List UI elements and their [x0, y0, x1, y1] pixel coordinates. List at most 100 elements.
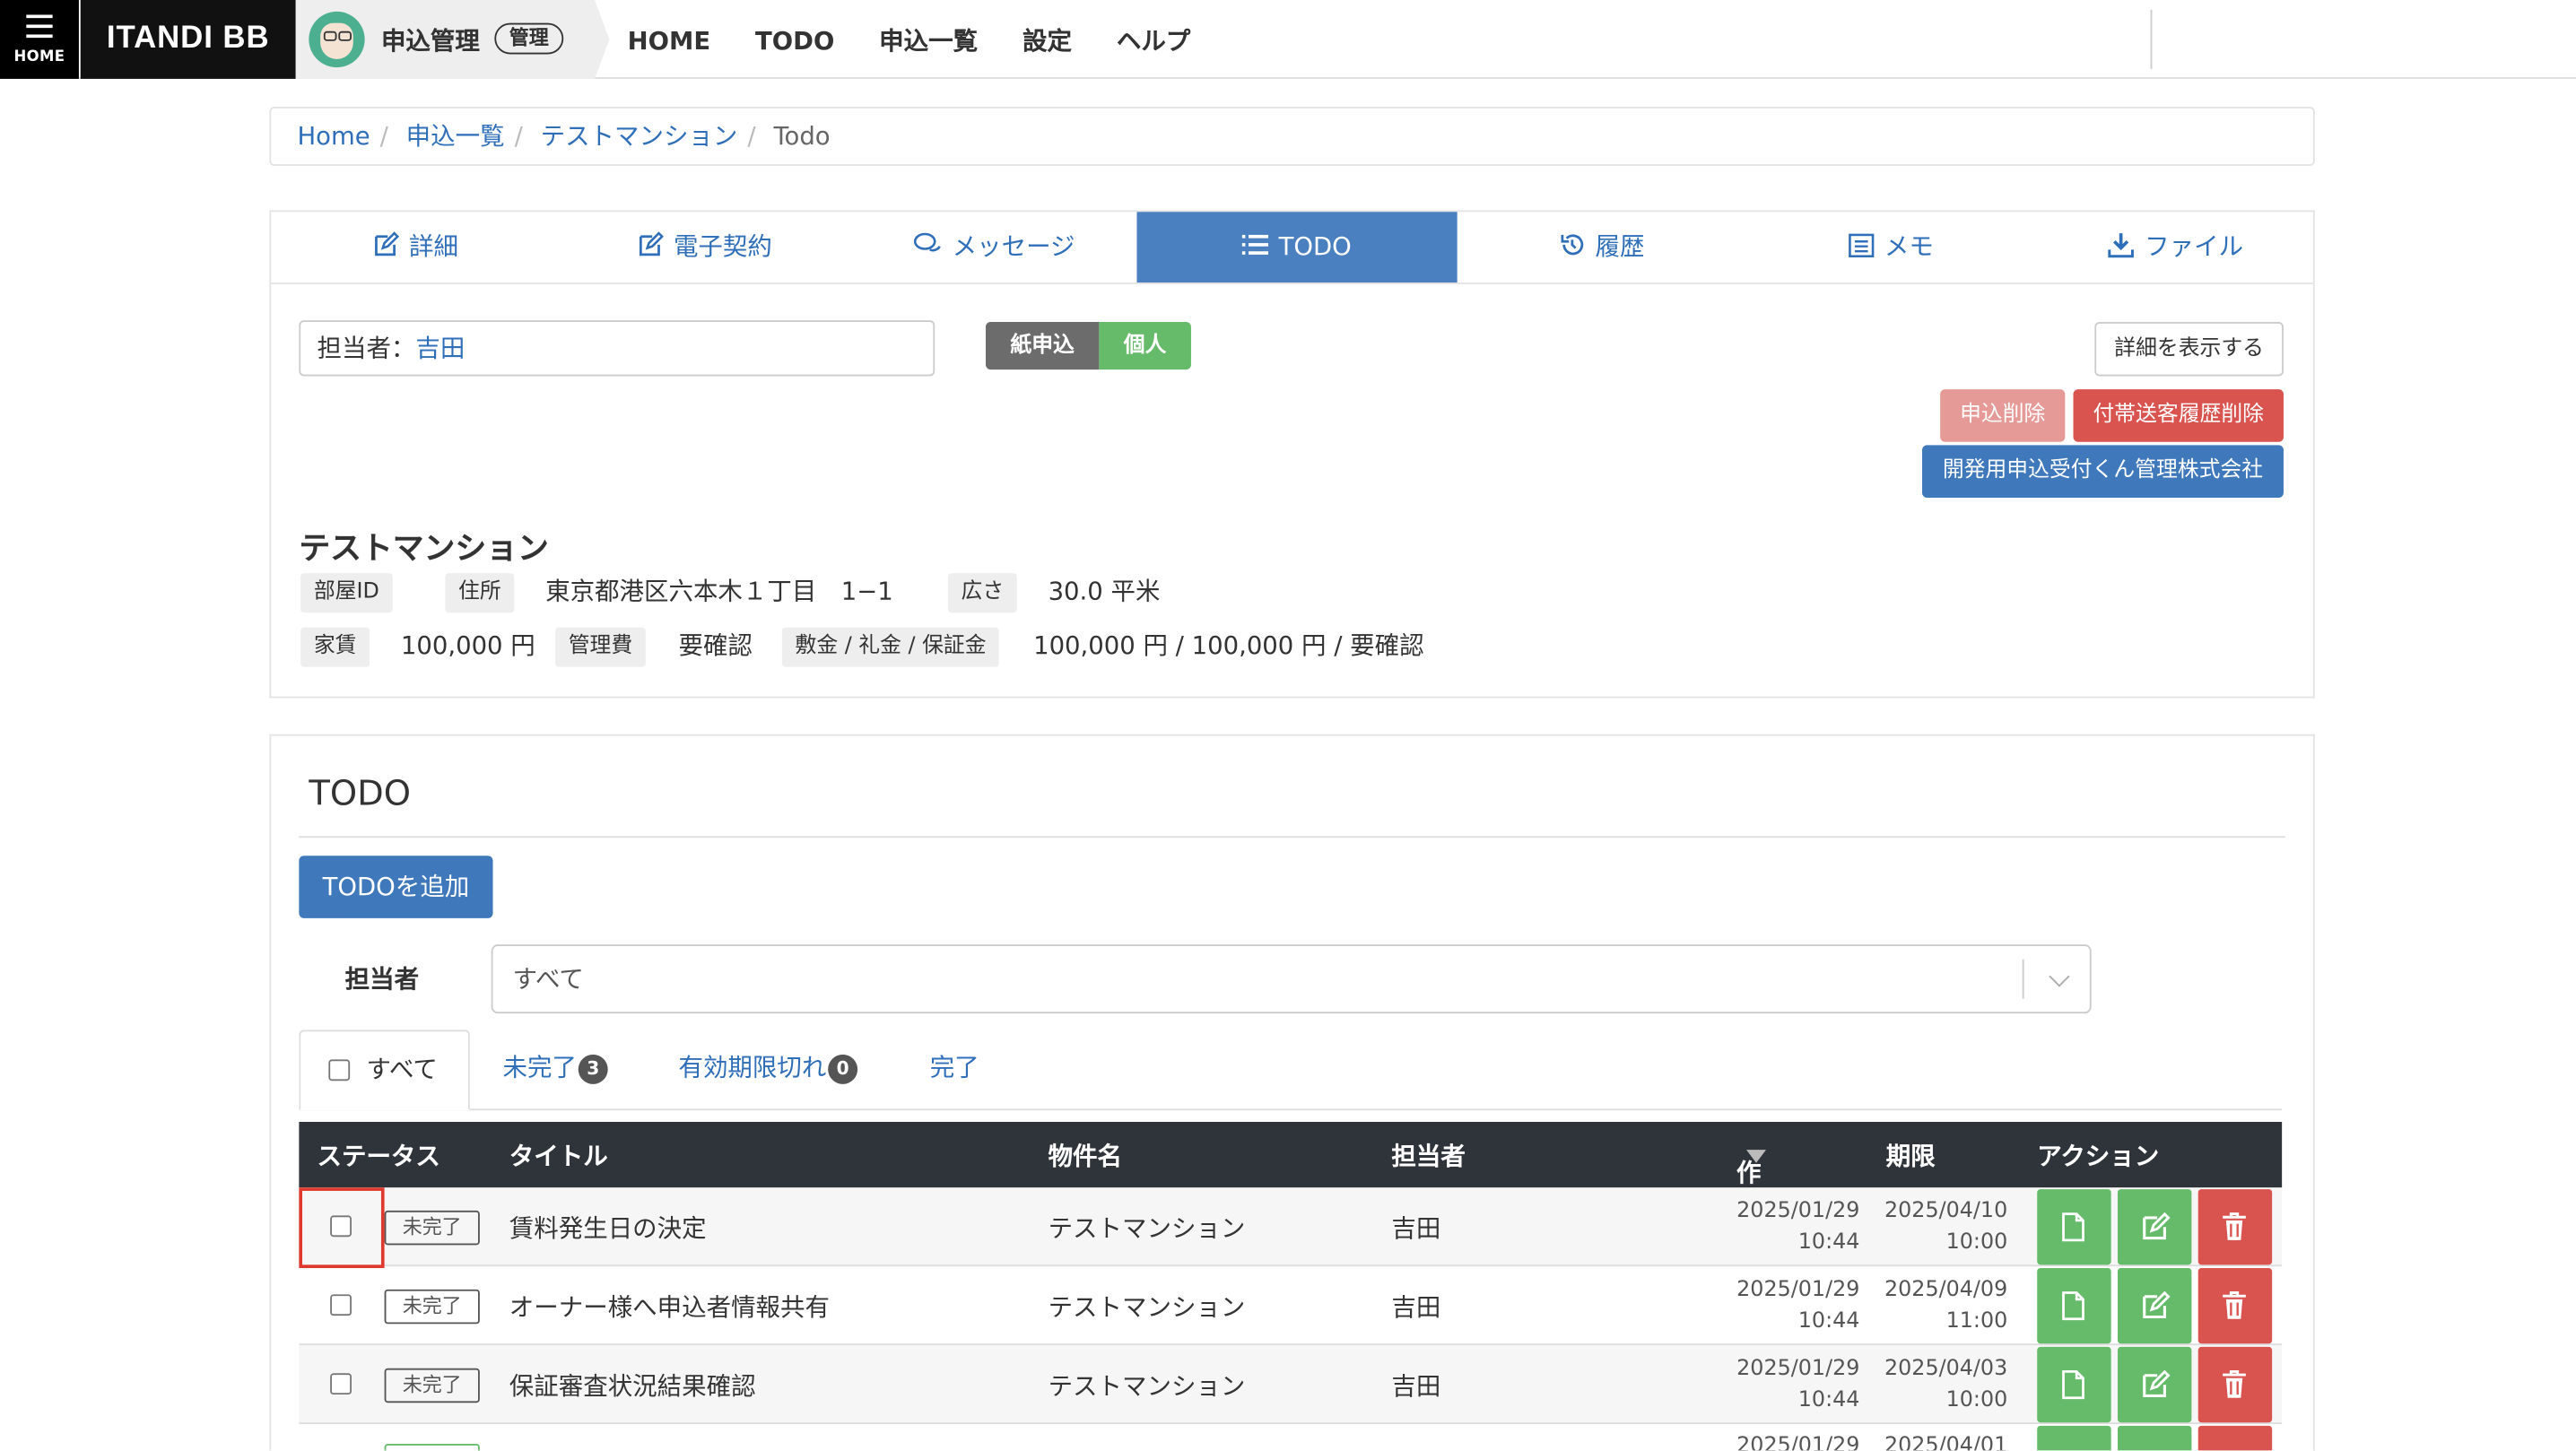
applicant-type-badge: 個人 — [1099, 321, 1191, 370]
property-cell: テストマンション — [1048, 1292, 1246, 1323]
memo-icon — [1849, 233, 1875, 258]
tab-history[interactable]: 履歴 — [1458, 212, 1746, 282]
view-button[interactable] — [2037, 1189, 2111, 1265]
assignee-cell: 吉田 — [1391, 1371, 1441, 1402]
todo-title-cell[interactable]: オーナー様へ申込者情報共有 — [509, 1290, 830, 1324]
delete-button[interactable] — [2197, 1189, 2273, 1265]
breadcrumb-home[interactable]: Home — [298, 122, 370, 152]
deposit-label: 敷金 / 礼金 / 保証金 — [781, 627, 1000, 667]
created-cell: 2025/01/29 10:44 — [1736, 1356, 1860, 1413]
trash-icon — [2223, 1212, 2246, 1240]
breadcrumb-applications[interactable]: 申込一覧 — [406, 122, 505, 152]
tab-files[interactable]: ファイル — [2035, 212, 2316, 282]
breadcrumb: Home / 申込一覧 / テストマンション / Todo — [269, 107, 2315, 166]
filter-tab-all[interactable]: すべて — [299, 1030, 470, 1111]
assignee-filter-select[interactable]: すべて — [491, 944, 2092, 1014]
area-label: 広さ — [947, 573, 1017, 613]
list-icon — [1242, 234, 1269, 255]
todo-title-cell[interactable]: 保証審査状況結果確認 — [509, 1368, 756, 1403]
view-button[interactable] — [2037, 1346, 2111, 1423]
area-value: 30.0 平米 — [1048, 576, 1161, 606]
edit-button[interactable] — [2117, 1425, 2192, 1451]
rent-label: 家賃 — [300, 627, 370, 667]
todo-title-cell[interactable]: 賃料発生日の決定 — [509, 1211, 707, 1245]
todo-section: TODO TODOを追加 担当者 すべて すべて 未完了 3 有効期限切れ 0 完了… — [269, 734, 2315, 1451]
filter-tab-done[interactable]: 完了 — [930, 1030, 979, 1110]
delete-button[interactable] — [2197, 1268, 2273, 1344]
due-cell: 2025/04/03 10:00 — [1884, 1356, 2008, 1413]
row-checkbox[interactable] — [330, 1373, 352, 1395]
app-switcher[interactable]: 申込管理 管理 — [295, 0, 610, 79]
breadcrumb-property[interactable]: テストマンション — [541, 122, 738, 152]
select-all-checkbox[interactable] — [328, 1059, 351, 1082]
col-assignee: 担当者 — [1391, 1141, 1466, 1171]
due-cell: 2025/04/01 — [1884, 1434, 2008, 1451]
assignee-link[interactable]: 吉田 — [415, 334, 465, 363]
main-nav: HOME TODO 申込一覧 設定 ヘルプ — [628, 23, 1227, 57]
edit-icon — [639, 231, 664, 256]
company-button[interactable]: 開発用申込受付くん管理株式会社 — [1922, 445, 2284, 498]
chat-icon — [913, 232, 941, 252]
due-cell: 2025/04/09 11:00 — [1884, 1278, 2008, 1334]
delete-button[interactable] — [2197, 1346, 2273, 1423]
filter-tab-incomplete[interactable]: 未完了 3 — [502, 1030, 608, 1110]
edit-icon — [2143, 1369, 2171, 1397]
table-header: ステータス タイトル 物件名 担当者 作成日 期限 アクション — [299, 1122, 2283, 1256]
view-button[interactable] — [2037, 1425, 2111, 1451]
todo-title: TODO — [309, 773, 412, 813]
row-checkbox[interactable] — [330, 1294, 352, 1316]
edit-button[interactable] — [2117, 1346, 2192, 1423]
nav-todo[interactable]: TODO — [755, 26, 834, 56]
application-type-badge: 紙申込 — [985, 321, 1100, 370]
delete-history-button[interactable]: 付帯送客履歴削除 — [2073, 389, 2284, 442]
nav-help[interactable]: ヘルプ — [1117, 26, 1190, 56]
highlight-box — [299, 1187, 385, 1269]
tab-message[interactable]: メッセージ — [849, 212, 1138, 282]
chevron-down-icon — [2049, 966, 2070, 987]
app-role-badge: 管理 — [494, 22, 564, 55]
nav-applications[interactable]: 申込一覧 — [879, 26, 978, 56]
tab-econtract[interactable]: 電子契約 — [561, 212, 849, 282]
menu-button[interactable]: HOME — [0, 0, 79, 79]
show-detail-button[interactable]: 詳細を表示する — [2094, 321, 2284, 377]
count-badge: 3 — [578, 1054, 608, 1084]
col-created[interactable]: 作成日 — [1736, 1138, 1767, 1256]
menu-label: HOME — [13, 48, 65, 66]
divider — [2150, 9, 2153, 69]
filter-tab-expired[interactable]: 有効期限切れ 0 — [678, 1030, 858, 1110]
divider — [299, 836, 2285, 838]
application-card: 詳細 電子契約 メッセージ TODO 履歴 メモ ファイル 担当者：吉田 紙申込… — [269, 210, 2316, 699]
tab-memo[interactable]: メモ — [1746, 212, 2035, 282]
nav-home[interactable]: HOME — [628, 26, 710, 56]
table-row: 未完了 オーナー様へ申込者情報共有 テストマンション 吉田 2025/01/29… — [299, 1266, 2283, 1346]
rent-value: 100,000 円 — [400, 630, 535, 661]
created-cell: 2025/01/29 — [1736, 1434, 1860, 1451]
assignee-cell: 吉田 — [1391, 1292, 1441, 1323]
edit-button[interactable] — [2117, 1268, 2192, 1344]
deposit-value: 100,000 円 / 100,000 円 / 要確認 — [1033, 630, 1424, 661]
nav-settings[interactable]: 設定 — [1023, 26, 1072, 56]
address-label: 住所 — [445, 573, 515, 613]
brand-logo[interactable]: ITANDI BB — [80, 0, 296, 79]
status-filter-tabs: すべて 未完了 3 有効期限切れ 0 完了 — [299, 1030, 2283, 1111]
tab-detail[interactable]: 詳細 — [271, 212, 560, 282]
view-button[interactable] — [2037, 1268, 2111, 1344]
assignee-field[interactable]: 担当者：吉田 — [299, 320, 936, 377]
file-icon — [2062, 1291, 2084, 1321]
fee-label: 管理費 — [555, 627, 646, 667]
col-title: タイトル — [509, 1141, 608, 1171]
add-todo-button[interactable]: TODOを追加 — [299, 856, 493, 918]
table-row: 未完了 賃料発生日の決定 テストマンション 吉田 2025/01/29 10:44… — [299, 1187, 2283, 1269]
fee-value: 要確認 — [678, 630, 753, 661]
created-cell: 2025/01/29 10:44 — [1736, 1278, 1860, 1334]
created-cell: 2025/01/29 10:44 — [1736, 1199, 1860, 1256]
status-badge: 未完了 — [384, 1210, 480, 1246]
status-badge: 未完了 — [384, 1289, 480, 1325]
file-icon — [2062, 1370, 2084, 1400]
delete-button[interactable] — [2197, 1425, 2273, 1451]
col-property: 物件名 — [1048, 1141, 1123, 1171]
delete-application-button[interactable]: 申込削除 — [1940, 389, 2066, 442]
edit-button[interactable] — [2117, 1189, 2192, 1265]
file-icon — [2062, 1212, 2084, 1242]
tab-todo[interactable]: TODO — [1136, 212, 1458, 283]
